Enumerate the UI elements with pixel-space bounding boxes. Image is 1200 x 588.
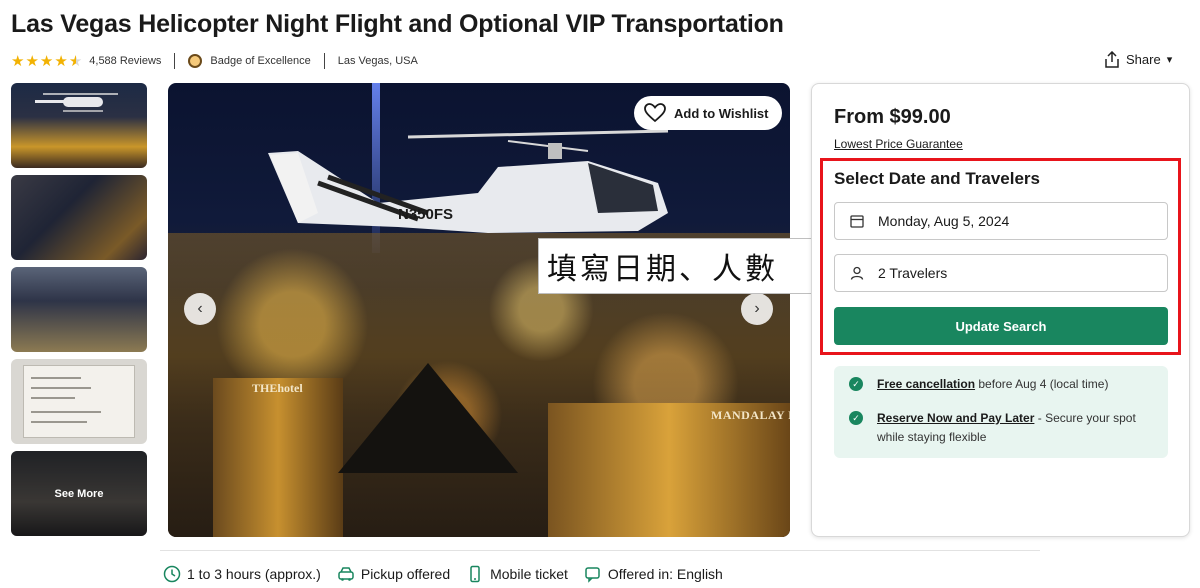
thumbnail-3[interactable] [11, 267, 147, 352]
badge-icon [188, 54, 203, 68]
star-icon: ★ [25, 52, 39, 70]
badge-label: Badge of Excellence [210, 55, 311, 67]
star-icon: ★ [39, 52, 54, 70]
previous-image-button[interactable]: ‹ [184, 293, 216, 325]
free-cancellation-text: before Aug 4 (local time) [975, 377, 1109, 391]
lowest-price-guarantee-link[interactable]: Lowest Price Guarantee [834, 137, 963, 151]
select-date-travelers-heading: Select Date and Travelers [834, 169, 1041, 188]
location-label: Las Vegas, USA [337, 55, 418, 67]
check-circle-icon: ✓ [849, 377, 863, 391]
price-label: From $99.00 [834, 106, 951, 128]
hotel-sign: MANDALAY B [711, 408, 790, 422]
calendar-icon [850, 215, 864, 228]
hotel-tower-left [213, 378, 343, 537]
language-label: Offered in: English [607, 566, 723, 582]
divider [174, 53, 176, 69]
car-icon [338, 567, 354, 581]
pickup-feature: Pickup offered [337, 565, 450, 583]
star-icon: ★ [54, 52, 68, 70]
reserve-now-item: ✓ Reserve Now and Pay Later - Secure you… [849, 409, 1149, 447]
mobile-phone-icon [470, 565, 480, 583]
ticket-label: Mobile ticket [490, 566, 568, 582]
thumbnail-gallery: See More [11, 83, 147, 543]
date-picker[interactable]: Monday, Aug 5, 2024 [834, 202, 1168, 240]
thumbnail-4[interactable] [11, 359, 147, 444]
wishlist-label: Add to Wishlist [674, 105, 769, 121]
see-more-label: See More [11, 451, 147, 536]
benefits-box: ✓ Free cancellation before Aug 4 (local … [834, 366, 1168, 458]
helicopter-icon [35, 93, 118, 112]
chevron-down-icon: ▾ [1166, 54, 1173, 66]
reviews-link[interactable]: 4,588 Reviews [89, 55, 161, 67]
travelers-value: 2 Travelers [878, 265, 948, 281]
ticket-feature: Mobile ticket [466, 565, 568, 583]
hotel-sign: THEhotel [252, 381, 303, 395]
language-feature: Offered in: English [584, 565, 723, 583]
feature-row: 1 to 3 hours (approx.) Pickup offered Mo… [163, 565, 739, 583]
divider [160, 550, 1040, 551]
svg-text:N350FS: N350FS [398, 206, 453, 223]
share-icon [1105, 51, 1119, 68]
travelers-picker[interactable]: 2 Travelers [834, 254, 1168, 292]
share-button[interactable]: Share ▾ [1104, 51, 1172, 68]
date-value: Monday, Aug 5, 2024 [878, 213, 1010, 229]
share-label: Share [1126, 52, 1161, 67]
annotation-label: 填寫日期、人數 [538, 238, 838, 294]
pyramid-building [338, 363, 518, 473]
thumbnail-see-more[interactable]: See More [11, 451, 147, 536]
half-star-icon: ★ [68, 52, 83, 70]
rating-stars[interactable]: ★ ★ ★ ★ ★ [11, 54, 82, 69]
page-title: Las Vegas Helicopter Night Flight and Op… [11, 10, 784, 38]
free-cancellation-item: ✓ Free cancellation before Aug 4 (local … [849, 375, 1108, 394]
chevron-right-icon: › [754, 300, 760, 317]
update-search-button[interactable]: Update Search [834, 307, 1168, 345]
clock-icon [163, 565, 181, 583]
next-image-button[interactable]: › [741, 293, 773, 325]
pickup-label: Pickup offered [360, 566, 451, 582]
thumbnail-2[interactable] [11, 175, 147, 260]
add-to-wishlist-button[interactable]: Add to Wishlist [634, 96, 782, 130]
helicopter-icon: N350FS [268, 129, 669, 233]
chat-bubble-icon [585, 567, 600, 583]
free-cancellation-link[interactable]: Free cancellation [877, 377, 975, 391]
duration-label: 1 to 3 hours (approx.) [187, 566, 321, 582]
hero-image[interactable]: THEhotel MANDALAY B N350FS [168, 83, 790, 537]
thumbnail-1[interactable] [11, 83, 147, 168]
meta-row: ★ ★ ★ ★ ★ 4,588 Reviews Badge of Excelle… [11, 52, 418, 70]
hotel-tower-right [548, 403, 790, 537]
check-circle-icon: ✓ [849, 411, 863, 425]
duration-feature: 1 to 3 hours (approx.) [163, 565, 321, 583]
chevron-left-icon: ‹ [197, 300, 203, 317]
menu-document-image [23, 365, 135, 438]
divider [323, 53, 325, 69]
star-icon: ★ [11, 52, 25, 70]
reserve-now-link[interactable]: Reserve Now and Pay Later [877, 411, 1034, 425]
person-icon [850, 266, 864, 280]
heart-icon [644, 103, 666, 123]
